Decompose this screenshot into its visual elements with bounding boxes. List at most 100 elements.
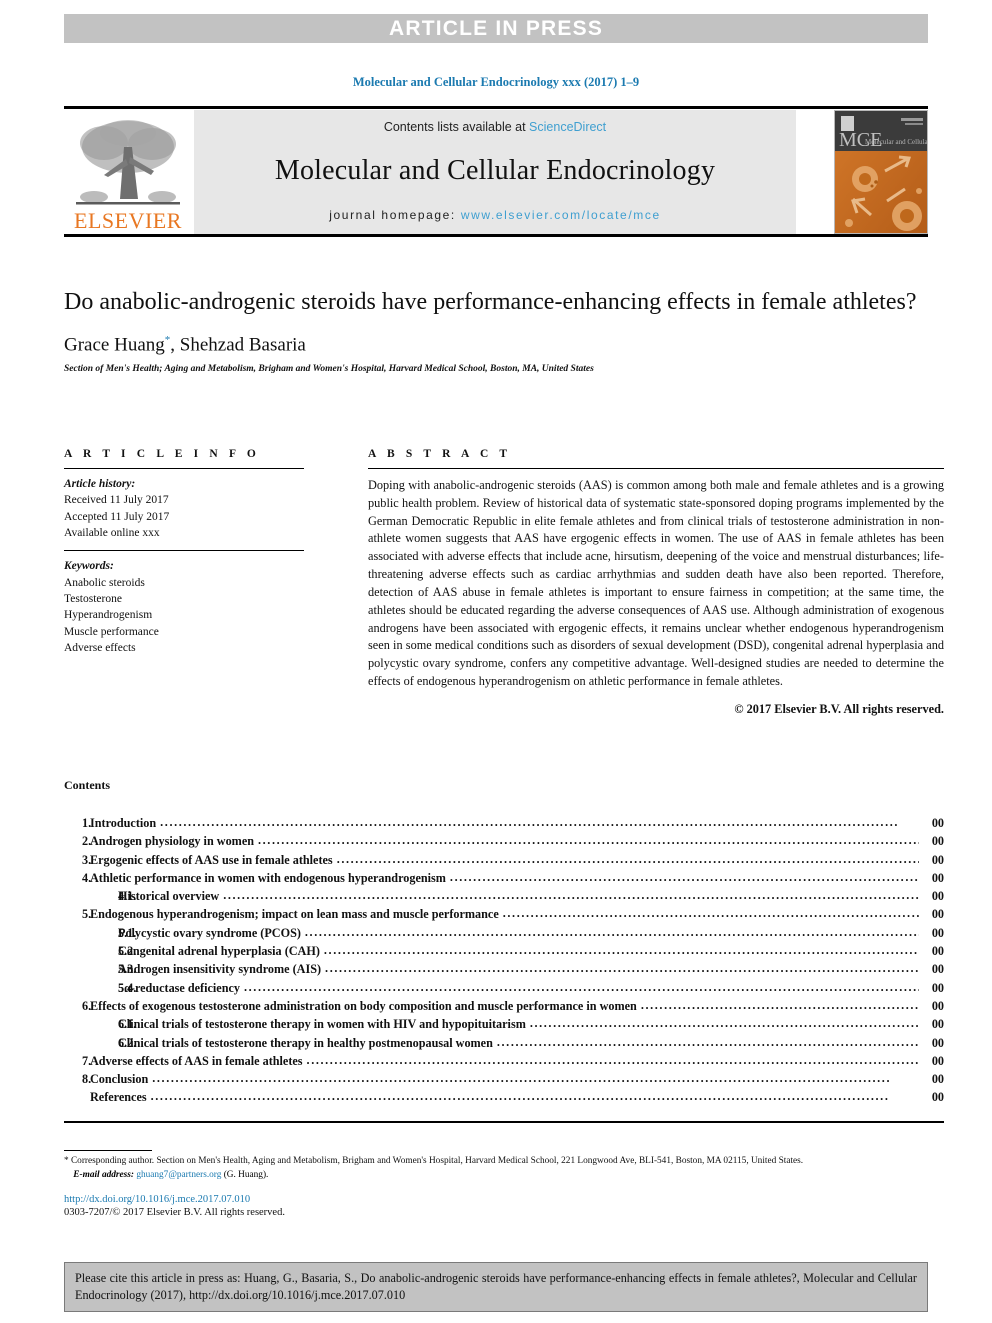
contents-heading: Contents: [64, 778, 111, 792]
contents-entry[interactable]: 6.1. Clinical trials of testosterone ther…: [64, 1015, 944, 1033]
abstract-heading: A B S T R A C T: [368, 448, 512, 460]
contents-entry[interactable]: 7. Adverse effects of AAS in female athle…: [64, 1052, 944, 1070]
contents-entry-page: 00: [931, 852, 944, 867]
sciencedirect-link[interactable]: ScienceDirect: [529, 120, 606, 134]
contents-entry[interactable]: 5.1. Polycystic ovary syndrome (PCOS)....…: [64, 924, 944, 942]
contents-entry-label[interactable]: Androgen insensitivity syndrome (AIS): [118, 960, 321, 978]
contents-leader-dots: ........................................…: [529, 1016, 919, 1031]
contents-leader-dots: ........................................…: [496, 1034, 919, 1049]
contents-entry-number: 2.: [82, 834, 92, 849]
contents-entry-number: 6.1.: [118, 1017, 137, 1032]
journal-homepage-link[interactable]: www.elsevier.com/locate/mce: [461, 208, 661, 222]
contents-entry-page: 00: [931, 1072, 944, 1087]
contents-entry-page: 00: [931, 925, 944, 940]
contents-entry-number: 3.: [82, 852, 92, 867]
contents-entry-label[interactable]: Historical overview: [118, 887, 219, 905]
contents-entry-label[interactable]: Ergogenic effects of AAS use in female a…: [90, 851, 333, 869]
contents-entry-label[interactable]: Polycystic ovary syndrome (PCOS): [118, 924, 301, 942]
contents-entry-number: 5.: [82, 907, 92, 922]
article-info-rule: [64, 468, 304, 469]
contents-entry-number: 6.2.: [118, 1035, 137, 1050]
contents-entry-label[interactable]: Clinical trials of testosterone therapy …: [118, 1034, 493, 1052]
article-history-group: Article history: Received 11 July 2017 A…: [64, 476, 304, 541]
contents-leader-dots: ........................................…: [304, 924, 919, 939]
keyword-item: Testosterone: [64, 592, 122, 605]
contents-entry-label[interactable]: Endogenous hyperandrogenism; impact on l…: [90, 905, 499, 923]
masthead-center-panel: Contents lists available at ScienceDirec…: [194, 110, 796, 234]
contents-lists-line: Contents lists available at ScienceDirec…: [384, 120, 606, 134]
contents-entry[interactable]: 2. Androgen physiology in women..........…: [64, 832, 944, 850]
contents-entry[interactable]: 5.2. Congenital adrenal hyperplasia (CAH)…: [64, 942, 944, 960]
keyword-item: Adverse effects: [64, 641, 136, 654]
contents-entry[interactable]: 5.4. 5α-reductase deficiency.............…: [64, 979, 944, 997]
contents-lists-prefix: Contents lists available at: [383, 120, 530, 134]
contents-entry-page: 00: [931, 980, 944, 995]
contents-entry-page: 00: [931, 834, 944, 849]
contents-entry[interactable]: 1. Introduction..........................…: [64, 814, 944, 832]
contents-entry-number: 1.: [82, 816, 92, 830]
abstract-rule: [368, 468, 944, 469]
keyword-item: Muscle performance: [64, 625, 159, 638]
journal-reference-line: Molecular and Cellular Endocrinology xxx…: [352, 75, 640, 89]
abstract-body: Doping with anabolic-androgenic steroids…: [368, 478, 944, 689]
contents-bottom-rule: [64, 1120, 944, 1123]
contents-entry[interactable]: References..............................…: [64, 1088, 944, 1106]
journal-masthead: ELSEVIER Contents lists available at Sci…: [64, 106, 928, 237]
keywords-label: Keywords:: [64, 560, 114, 573]
email-suffix: (G. Huang).: [221, 1169, 269, 1180]
journal-cover-art: MCE Molecular and Cellular Endocrinology: [835, 111, 928, 233]
contents-entry[interactable]: 4. Athletic performance in women with end…: [64, 869, 944, 887]
doi-link[interactable]: http://dx.doi.org/10.1016/j.mce.2017.07.…: [64, 1194, 944, 1205]
article-in-press-label: ARTICLE IN PRESS: [388, 16, 604, 40]
journal-title: Molecular and Cellular Endocrinology: [274, 155, 716, 186]
contents-entry-label[interactable]: Athletic performance in women with endog…: [90, 869, 446, 887]
contents-entry-label[interactable]: Introduction: [90, 814, 156, 832]
contents-leader-dots: ........................................…: [502, 906, 919, 921]
corresponding-author-note: * Corresponding author. Section on Men's…: [64, 1156, 804, 1166]
issn-copyright-line: 0303-7207/© 2017 Elsevier B.V. All right…: [64, 1206, 285, 1218]
contents-leader-dots: ........................................…: [244, 979, 919, 994]
contents-entry-label[interactable]: Adverse effects of AAS in female athlete…: [90, 1052, 303, 1070]
contents-entry-number: 4.: [82, 870, 92, 885]
contents-entry-label[interactable]: Effects of exogenous testosterone admini…: [90, 997, 637, 1015]
contents-entry-label[interactable]: Androgen physiology in women: [90, 832, 254, 850]
contents-entry[interactable]: 3. Ergogenic effects of AAS use in female…: [64, 851, 944, 869]
contents-entry-label[interactable]: Congenital adrenal hyperplasia (CAH): [118, 942, 320, 960]
contents-leader-dots: ........................................…: [640, 997, 919, 1012]
contents-entry[interactable]: 6.2. Clinical trials of testosterone ther…: [64, 1034, 944, 1052]
keyword-item: Hyperandrogenism: [64, 609, 153, 622]
title-block: Do anabolic-androgenic steroids have per…: [64, 288, 944, 374]
contents-entry[interactable]: 6. Effects of exogenous testosterone admi…: [64, 997, 944, 1015]
article-info-divider: [64, 550, 304, 552]
footnotes-section: * Corresponding author. Section on Men's…: [64, 1150, 944, 1218]
contents-entry[interactable]: 8. Conclusion............................…: [64, 1070, 944, 1088]
contents-entry-label[interactable]: Clinical trials of testosterone therapy …: [118, 1015, 526, 1033]
contents-entry-number: 5.2.: [118, 944, 137, 959]
contents-entry-page: 00: [931, 944, 944, 959]
article-first-page: ARTICLE IN PRESS Molecular and Cellular …: [0, 0, 992, 1323]
contents-entry[interactable]: 4.1. Historical overview.................…: [64, 887, 944, 905]
history-available: Available online xxx: [64, 526, 160, 539]
masthead-bottom-rule: [64, 234, 928, 237]
contents-leader-dots: ........................................…: [306, 1052, 919, 1067]
contents-entry[interactable]: 5. Endogenous hyperandrogenism; impact on…: [64, 905, 944, 923]
journal-homepage-label: journal homepage:: [329, 208, 461, 222]
contents-entry-number: 4.1.: [118, 889, 137, 904]
abstract-copyright: © 2017 Elsevier B.V. All rights reserved…: [734, 701, 944, 716]
contents-entry-page: 00: [931, 889, 944, 904]
contents-leader-dots: ........................................…: [336, 851, 919, 866]
contents-entry-number: 6.: [82, 998, 92, 1013]
contents-leader-dots: ........................................…: [258, 833, 919, 848]
page-title: Do anabolic-androgenic steroids have per…: [64, 289, 917, 315]
contents-entry-label[interactable]: 5α-reductase deficiency: [118, 979, 240, 997]
contents-list: 1. Introduction..........................…: [64, 814, 944, 1107]
article-info-column: A R T I C L E I N F O Article history: R…: [64, 448, 304, 656]
email-link[interactable]: ghuang7@partners.org: [136, 1170, 221, 1180]
contents-entry-label[interactable]: Conclusion: [90, 1070, 148, 1088]
svg-text:Molecular and Cellular Endocri: Molecular and Cellular Endocrinology: [865, 138, 928, 146]
contents-entry-page: 00: [931, 907, 944, 922]
contents-entry-page: 00: [931, 1053, 944, 1068]
contents-entry-label[interactable]: References: [90, 1088, 147, 1106]
contents-entry[interactable]: 5.3. Androgen insensitivity syndrome (AIS…: [64, 960, 944, 978]
contents-entry-page: 00: [931, 1035, 944, 1050]
